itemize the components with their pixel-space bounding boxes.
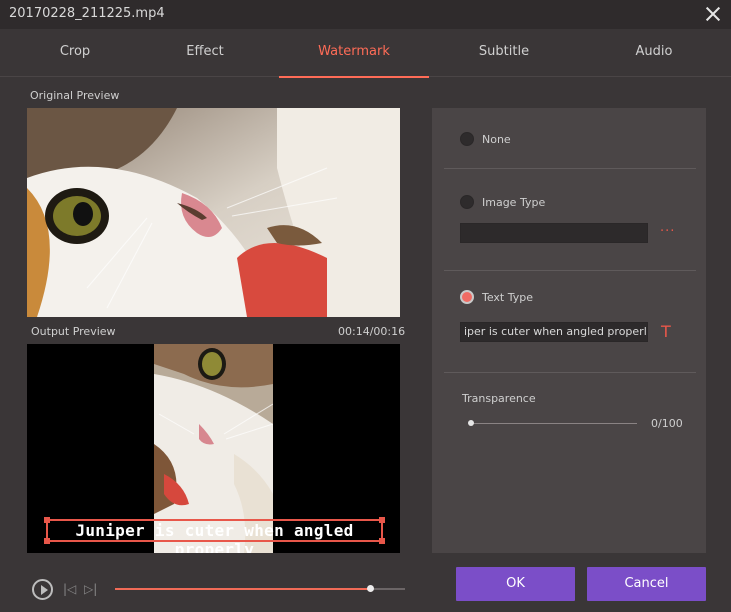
window-title: 20170228_211225.mp4 [9,6,165,21]
option-none-label: None [482,133,511,146]
tab-crop[interactable]: Crop [0,29,150,77]
resize-handle[interactable] [44,517,50,523]
tab-bar: Crop Effect Watermark Subtitle Audio [0,29,731,78]
option-image-type-label: Image Type [482,196,546,209]
divider [444,270,696,271]
transparence-slider-knob[interactable] [468,420,474,426]
title-bar: 20170228_211225.mp4 [0,0,731,29]
resize-handle[interactable] [379,538,385,544]
original-preview-image [27,108,400,317]
playback-progress[interactable] [115,585,405,592]
output-preview-image: Juniper is cuter when angled properly [27,344,400,553]
text-style-icon[interactable]: T [661,322,671,341]
output-preview-label: Output Preview [31,325,116,338]
divider [444,168,696,169]
resize-handle[interactable] [44,538,50,544]
tab-effect[interactable]: Effect [130,29,280,77]
tab-subtitle[interactable]: Subtitle [429,29,579,77]
timecode: 00:14/00:16 [338,325,406,338]
radio-none[interactable] [460,132,474,146]
transparence-slider[interactable] [468,420,637,426]
image-path-field[interactable] [460,223,648,243]
original-preview-label: Original Preview [30,89,120,102]
playback-progress-knob[interactable] [367,585,375,592]
close-icon[interactable] [703,4,723,24]
skip-forward-icon[interactable]: ▷| [84,582,97,596]
skip-back-icon[interactable]: |◁ [63,582,76,596]
watermark-box[interactable]: Juniper is cuter when angled properly [44,517,385,553]
tab-watermark[interactable]: Watermark [279,29,429,78]
radio-text-type[interactable] [460,290,474,304]
play-icon[interactable] [32,579,53,600]
playback-progress-fill [115,588,371,590]
radio-image-type[interactable] [460,195,474,209]
browse-icon[interactable]: ··· [660,224,675,239]
resize-handle[interactable] [379,517,385,523]
cat-photo-original [27,108,400,317]
transparence-label: Transparence [462,392,536,405]
cancel-button[interactable]: Cancel [587,567,706,601]
watermark-text-field[interactable]: iper is cuter when angled properly [460,322,648,342]
divider [444,372,696,373]
transparence-value: 0/100 [651,417,683,430]
option-text-type-label: Text Type [482,291,534,304]
watermark-text: Juniper is cuter when angled properly [75,521,354,553]
ok-button[interactable]: OK [456,567,575,601]
tab-audio[interactable]: Audio [579,29,729,77]
